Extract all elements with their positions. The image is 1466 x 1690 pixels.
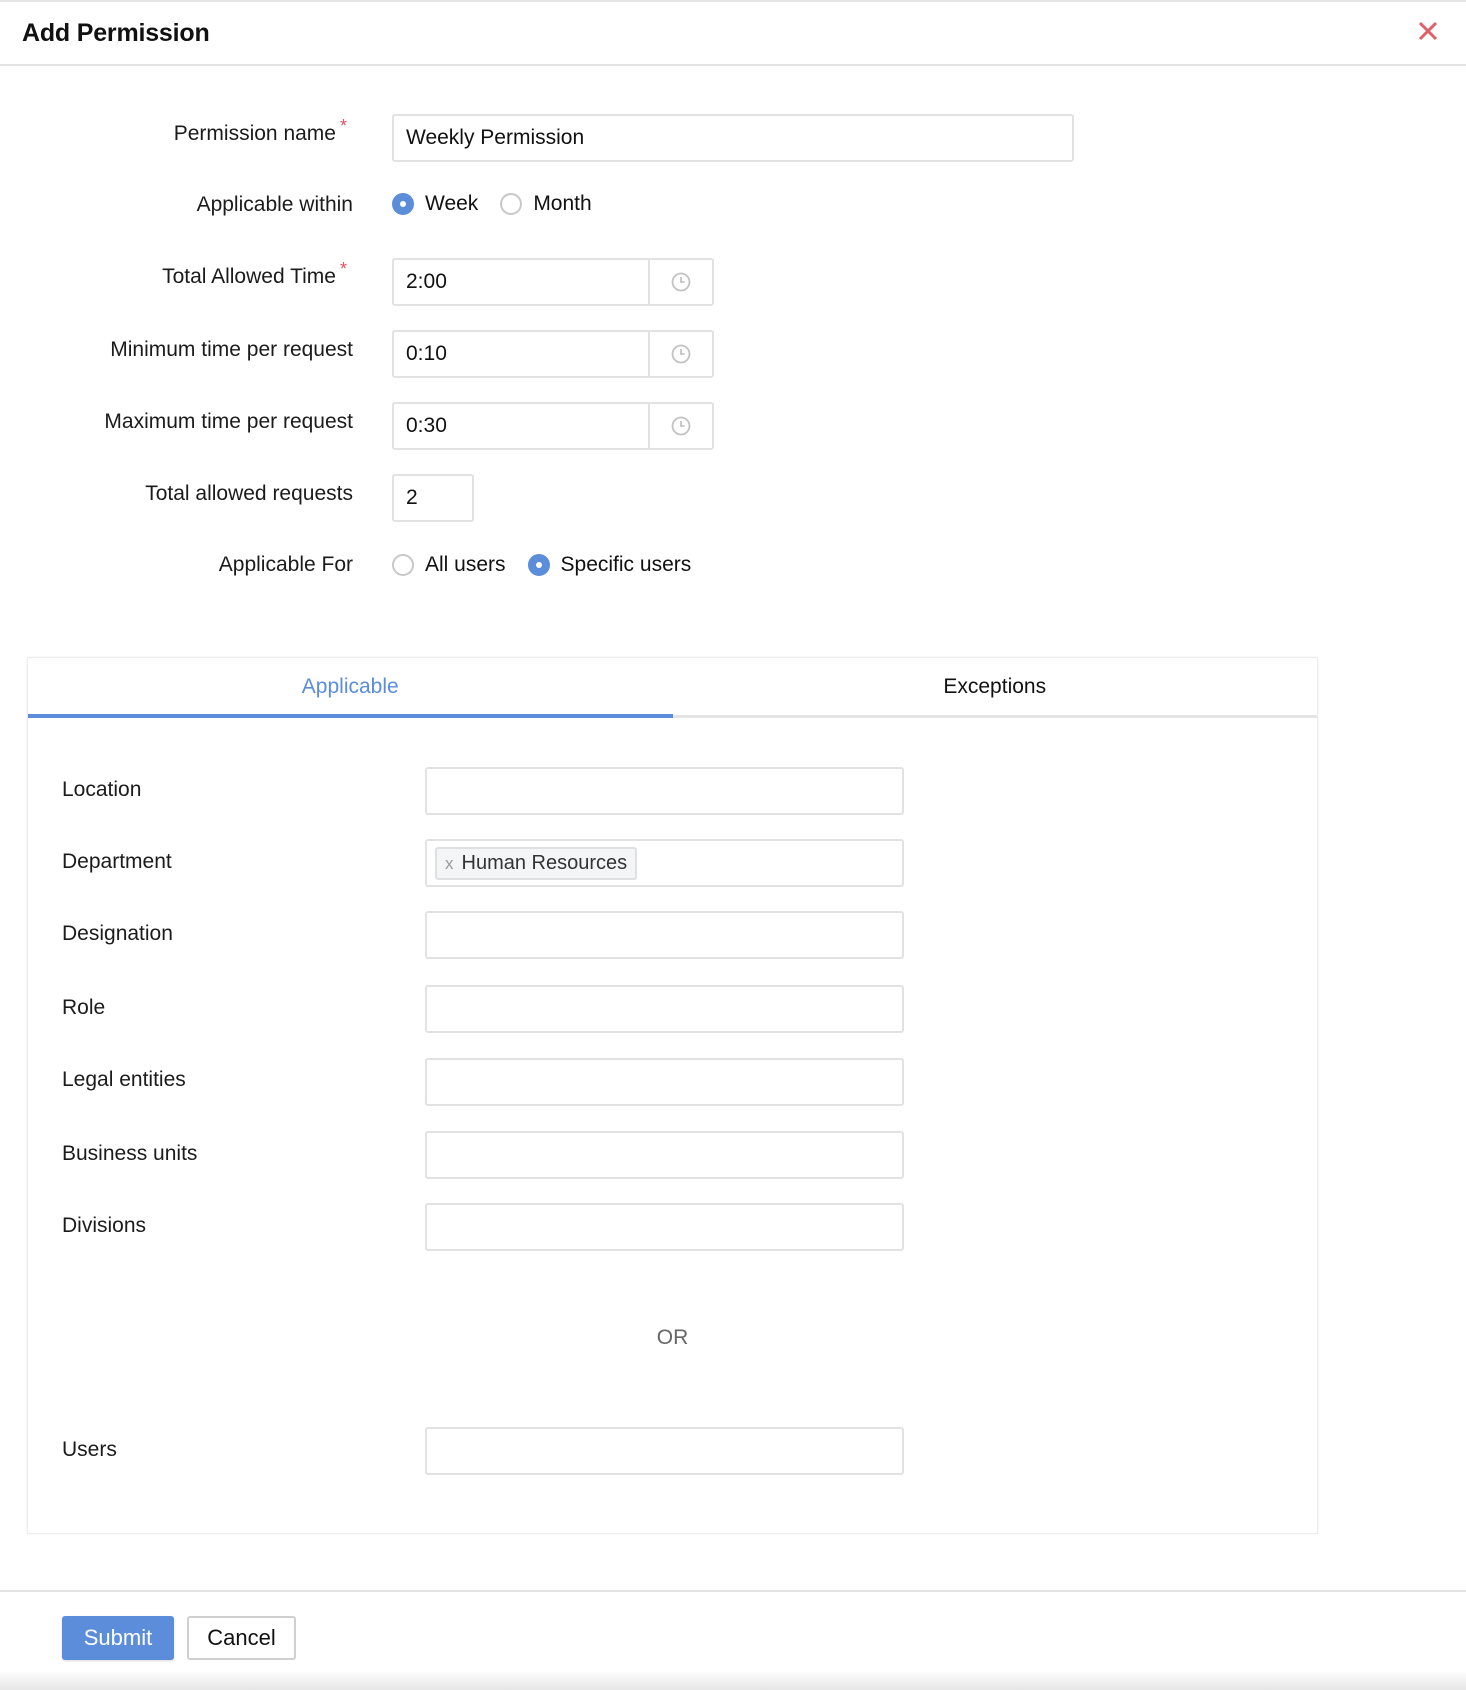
permission-name-input[interactable]: Weekly Permission [392,114,1074,162]
applicability-panel: Applicable Exceptions Location Departmen… [27,657,1318,1534]
max-time-label: Maximum time per request [104,410,353,433]
close-button[interactable] [1415,18,1441,44]
radio-specific-users-label: Specific users [560,553,692,576]
permission-name-label-text: Permission name [173,122,336,145]
bottom-shade [0,1672,1466,1690]
clock-icon [671,272,691,292]
applicable-within-radio-group: Week Month [392,192,614,216]
permission-name-value: Weekly Permission [406,126,585,149]
radio-week-label: Week [425,192,479,215]
department-chip: x Human Resources [435,847,638,880]
role-label: Role [62,996,106,1019]
radio-specific-users-indicator[interactable] [527,554,550,576]
divisions-label: Divisions [62,1214,147,1237]
applicable-for-label: Applicable For [218,553,353,576]
submit-button[interactable]: Submit [62,1616,174,1660]
radio-month-label: Month [533,192,592,215]
total-requests-input[interactable]: 2 [392,474,474,522]
max-time-value[interactable]: 0:30 [394,404,650,448]
radio-all-users-indicator[interactable] [392,554,414,576]
business-units-input[interactable] [425,1131,904,1179]
radio-week[interactable]: Week [392,192,478,216]
min-time-input[interactable]: 0:10 [392,330,714,378]
applicable-for-radio-group: All users Specific users [392,553,713,577]
role-input[interactable] [425,985,904,1033]
radio-week-indicator[interactable] [392,193,414,215]
total-allowed-time-label-text: Total Allowed Time [162,265,336,288]
applicable-within-label: Applicable within [196,193,353,216]
total-allowed-time-label: Total Allowed Time * [162,259,347,289]
radio-all-users-label: All users [425,553,506,576]
users-label: Users [62,1438,117,1461]
legal-entities-label: Legal entities [62,1068,186,1091]
department-label: Department [62,850,172,873]
tab-exceptions[interactable]: Exceptions [673,658,1318,715]
clock-icon [671,344,691,364]
designation-label: Designation [62,922,173,945]
time-picker-button[interactable] [650,404,712,448]
or-separator: OR [656,1326,689,1349]
legal-entities-input[interactable] [425,1058,904,1106]
department-input[interactable]: x Human Resources [425,839,904,887]
min-time-value[interactable]: 0:10 [394,332,650,376]
radio-month[interactable]: Month [500,192,592,216]
location-input[interactable] [425,767,904,815]
total-requests-value: 2 [406,486,418,509]
users-input[interactable] [425,1427,904,1475]
location-label: Location [62,778,142,801]
min-time-label: Minimum time per request [110,338,353,361]
required-mark: * [339,259,347,279]
dialog-header: Add Permission [0,2,1466,66]
designation-input[interactable] [425,911,904,959]
business-units-label: Business units [62,1142,198,1165]
max-time-input[interactable]: 0:30 [392,402,714,450]
radio-month-indicator[interactable] [500,193,523,215]
chip-label: Human Resources [461,852,628,874]
close-icon [1418,21,1438,41]
tab-applicable[interactable]: Applicable [28,658,673,718]
time-picker-button[interactable] [650,260,712,304]
dialog-title: Add Permission [22,19,210,47]
tab-bar: Applicable Exceptions [28,658,1317,718]
radio-specific-users[interactable]: Specific users [527,553,692,577]
permission-name-label: Permission name * [173,116,347,146]
time-picker-button[interactable] [650,332,712,376]
chip-remove-icon[interactable]: x [445,854,454,874]
footer-divider [0,1590,1466,1592]
clock-icon [671,416,691,436]
total-allowed-time-input[interactable]: 2:00 [392,258,714,306]
radio-all-users[interactable]: All users [392,553,506,577]
total-allowed-time-value[interactable]: 2:00 [394,260,650,304]
total-requests-label: Total allowed requests [145,482,353,505]
required-mark: * [339,116,347,136]
divisions-input[interactable] [425,1203,904,1251]
cancel-button[interactable]: Cancel [187,1616,296,1660]
